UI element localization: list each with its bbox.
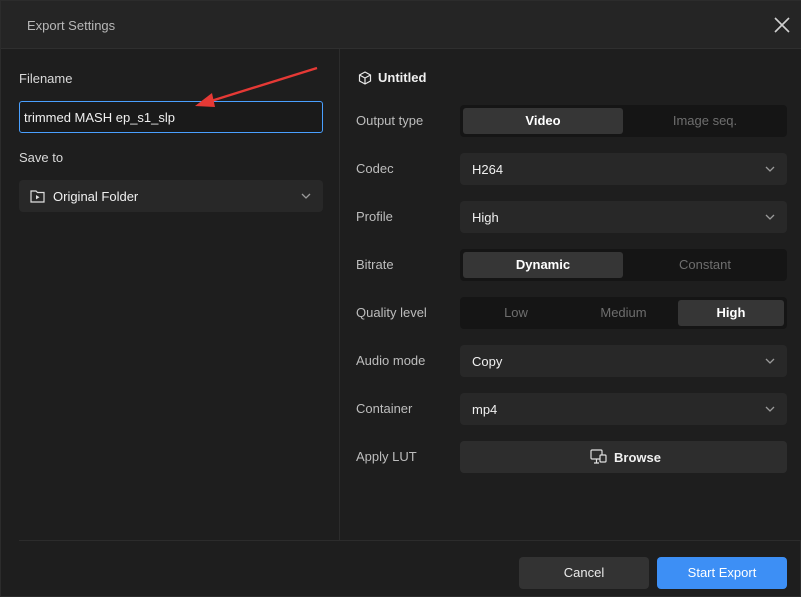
quality-low[interactable]: Low — [463, 300, 569, 326]
footer: Cancel Start Export — [19, 540, 801, 597]
profile-dropdown[interactable]: High — [460, 201, 787, 233]
audio-mode-dropdown[interactable]: Copy — [460, 345, 787, 377]
chevron-down-icon — [301, 193, 311, 199]
chevron-down-icon — [765, 358, 775, 364]
bitrate-constant[interactable]: Constant — [625, 252, 785, 278]
left-panel: Filename Save to Original Folder — [1, 49, 340, 540]
cube-icon — [358, 71, 372, 85]
output-type-label: Output type — [356, 113, 424, 128]
browse-label: Browse — [614, 450, 661, 465]
audio-mode-label: Audio mode — [356, 353, 426, 368]
save-to-value: Original Folder — [53, 189, 139, 204]
filename-input[interactable] — [19, 101, 323, 133]
bitrate-toggle: Dynamic Constant — [460, 249, 787, 281]
output-type-image-seq[interactable]: Image seq. — [625, 108, 785, 134]
output-type-toggle: Video Image seq. — [460, 105, 787, 137]
save-to-dropdown[interactable]: Original Folder — [19, 180, 323, 212]
folder-icon — [30, 190, 45, 203]
container-value: mp4 — [472, 402, 498, 417]
filename-label: Filename — [19, 71, 73, 86]
dialog-title: Export Settings — [27, 18, 116, 33]
browse-button[interactable]: Browse — [460, 441, 787, 473]
quality-medium[interactable]: Medium — [570, 300, 677, 326]
bitrate-dynamic[interactable]: Dynamic — [463, 252, 623, 278]
audio-mode-value: Copy — [472, 354, 503, 369]
quality-high[interactable]: High — [678, 300, 784, 326]
codec-dropdown[interactable]: H264 — [460, 153, 787, 185]
cancel-button[interactable]: Cancel — [519, 557, 649, 589]
start-export-button[interactable]: Start Export — [657, 557, 787, 589]
container-dropdown[interactable]: mp4 — [460, 393, 787, 425]
apply-lut-label: Apply LUT — [356, 449, 417, 464]
right-panel: Untitled Output type Video Image seq. Co… — [340, 49, 801, 540]
export-settings-dialog: Export Settings Filename Save to Origina… — [0, 0, 801, 597]
close-icon[interactable] — [772, 15, 792, 35]
output-type-video[interactable]: Video — [463, 108, 623, 134]
chevron-down-icon — [765, 214, 775, 220]
section-title: Untitled — [378, 70, 427, 85]
save-to-label: Save to — [19, 150, 64, 165]
title-bar: Export Settings — [1, 1, 801, 49]
profile-label: Profile — [356, 209, 393, 224]
bitrate-label: Bitrate — [356, 257, 394, 272]
browse-icon — [590, 449, 607, 464]
quality-label: Quality level — [356, 305, 427, 320]
chevron-down-icon — [765, 166, 775, 172]
codec-label: Codec — [356, 161, 394, 176]
container-label: Container — [356, 401, 413, 416]
codec-value: H264 — [472, 162, 504, 177]
chevron-down-icon — [765, 406, 775, 412]
quality-toggle: Low Medium High — [460, 297, 787, 329]
profile-value: High — [472, 210, 499, 225]
